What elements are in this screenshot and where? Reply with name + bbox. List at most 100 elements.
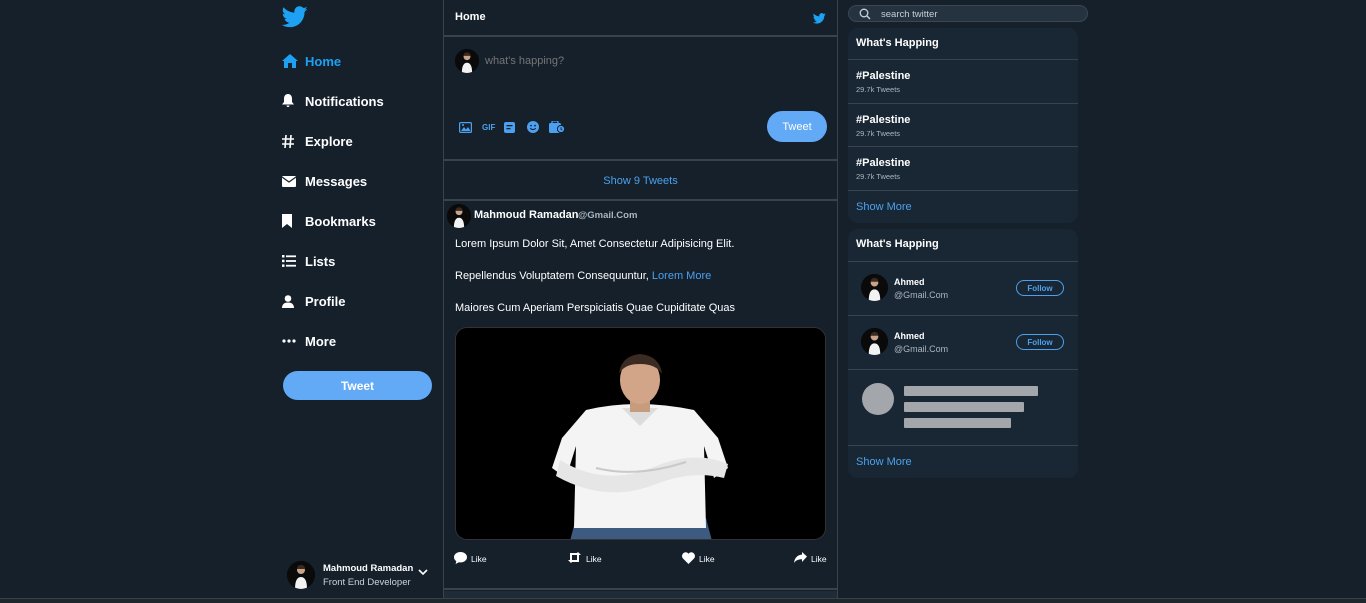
action-label: Like — [471, 554, 487, 564]
follow-button[interactable]: Follow — [1016, 280, 1064, 296]
nav-label: Home — [305, 53, 342, 69]
tweet-text-line: Lorem Ipsum Dolor Sit, Amet Consectetur … — [455, 238, 735, 250]
skeleton-avatar — [862, 383, 894, 415]
twitter-bird-icon[interactable] — [281, 6, 308, 30]
svg-text:GIF: GIF — [482, 123, 495, 132]
trends-show-more-link[interactable]: Show More — [856, 201, 912, 213]
compose-tweet-button[interactable]: Tweet — [767, 111, 827, 142]
home-feed: Home GIF Tweet Show — [443, 0, 838, 603]
nav-more[interactable]: More — [282, 329, 336, 353]
schedule-icon[interactable] — [549, 119, 572, 135]
feed-header: Home — [444, 0, 837, 37]
bookmark-icon — [282, 213, 304, 229]
skeleton-line — [904, 386, 1038, 396]
action-label: Like — [586, 553, 602, 564]
trend-count: 29.7k Tweets — [856, 85, 901, 94]
tweet-text-line: Repellendus Voluptatem Consequuntur, Lor… — [455, 270, 711, 282]
tweet-author-handle: @Gmail.Com — [578, 210, 638, 221]
action-label: Like — [811, 553, 827, 564]
nav-home[interactable]: Home — [282, 49, 341, 73]
suggested-user-handle: @Gmail.Com — [894, 344, 949, 354]
nav-notifications[interactable]: Notifications — [282, 89, 384, 113]
share-icon — [794, 552, 807, 565]
bell-icon — [282, 93, 304, 109]
trend-item[interactable]: #Palestine 29.7k Tweets — [848, 103, 1078, 147]
nav-lists[interactable]: Lists — [282, 249, 335, 273]
tweet-media-image[interactable] — [455, 327, 826, 540]
tweet-read-more-link[interactable]: Lorem More — [652, 270, 711, 282]
search-box[interactable] — [848, 5, 1088, 22]
follow-button[interactable]: Follow — [1016, 334, 1064, 350]
window-bottom-edge — [0, 598, 1366, 603]
hashtag-icon — [282, 133, 304, 149]
like-button[interactable]: Like — [682, 552, 715, 566]
trend-tag: #Palestine — [856, 70, 911, 82]
ellipsis-icon — [282, 333, 304, 349]
emoji-icon[interactable] — [526, 119, 550, 135]
tweet-actions: Like Like Like Like — [454, 552, 834, 568]
user-icon — [282, 293, 304, 309]
envelope-icon — [282, 173, 304, 189]
sidebar-tweet-button[interactable]: Tweet — [283, 371, 432, 400]
avatar — [287, 561, 315, 589]
divider — [848, 445, 1078, 446]
nav-bookmarks[interactable]: Bookmarks — [282, 209, 376, 233]
suggested-user-name: Ahmed — [894, 331, 925, 341]
compose-input[interactable] — [485, 55, 785, 67]
compose-toolbar: GIF — [459, 119, 572, 135]
nav-label: Messages — [305, 173, 368, 189]
account-title: Front End Developer — [323, 577, 411, 588]
suggested-user[interactable]: Ahmed @Gmail.Com Follow — [848, 261, 1078, 315]
trend-count: 29.7k Tweets — [856, 172, 901, 181]
retweet-icon — [567, 552, 582, 565]
who-show-more-link[interactable]: Show More — [856, 456, 912, 468]
tweet-author-name[interactable]: Mahmoud Ramadan — [474, 209, 579, 221]
nav-label: Bookmarks — [305, 213, 376, 229]
tweet-text: Repellendus Voluptatem Consequuntur, — [455, 270, 649, 282]
tweet: Mahmoud Ramadan @Gmail.Com Lorem Ipsum D… — [444, 202, 837, 590]
trend-count: 29.7k Tweets — [856, 129, 901, 138]
search-icon — [859, 7, 871, 25]
reply-button[interactable]: Like — [454, 552, 487, 566]
avatar — [861, 328, 888, 355]
trend-tag: #Palestine — [856, 114, 911, 126]
avatar — [861, 274, 888, 301]
nav-label: More — [305, 333, 337, 349]
suggested-user-handle: @Gmail.Com — [894, 290, 949, 300]
heart-icon — [682, 552, 695, 566]
retweet-button[interactable]: Like — [567, 552, 602, 565]
skeleton-line — [904, 402, 1024, 412]
nav-label: Lists — [305, 253, 336, 269]
nav-label: Profile — [305, 293, 346, 309]
chevron-down-icon[interactable] — [418, 563, 428, 581]
home-icon — [282, 53, 304, 69]
suggested-user-name: Ahmed — [894, 277, 925, 287]
action-label: Like — [699, 554, 715, 564]
right-sidebar: What's Happing #Palestine 29.7k Tweets #… — [848, 0, 1088, 603]
left-sidebar: Home Notifications Explore Messages Book… — [281, 0, 436, 603]
nav-label: Explore — [305, 133, 353, 149]
nav-profile[interactable]: Profile — [282, 289, 345, 313]
trend-item[interactable]: #Palestine 29.7k Tweets — [848, 59, 1078, 103]
tweet-text-line: Maiores Cum Aperiam Perspiciatis Quae Cu… — [455, 302, 736, 314]
search-input[interactable] — [881, 7, 1071, 21]
nav-label: Notifications — [305, 93, 384, 109]
who-to-follow-card: What's Happing Ahmed @Gmail.Com Follow A… — [848, 229, 1078, 478]
image-icon[interactable] — [459, 119, 482, 135]
divider — [848, 190, 1078, 191]
suggested-user[interactable]: Ahmed @Gmail.Com Follow — [848, 315, 1078, 369]
skeleton-line — [904, 418, 1011, 428]
who-to-follow-title: What's Happing — [856, 238, 939, 250]
trend-item[interactable]: #Palestine 29.7k Tweets — [848, 146, 1078, 190]
share-button[interactable]: Like — [794, 552, 827, 565]
account-switcher[interactable]: Mahmoud Ramadan Front End Developer — [286, 560, 436, 592]
loading-skeleton — [848, 369, 1078, 445]
nav-explore[interactable]: Explore — [282, 129, 353, 153]
nav-messages[interactable]: Messages — [282, 169, 367, 193]
gif-icon[interactable]: GIF — [482, 119, 505, 135]
trend-tag: #Palestine — [856, 157, 911, 169]
show-new-tweets-link[interactable]: Show 9 Tweets — [444, 162, 837, 201]
avatar[interactable] — [447, 204, 471, 228]
poll-icon[interactable] — [504, 119, 527, 135]
trends-title: What's Happing — [856, 37, 939, 49]
